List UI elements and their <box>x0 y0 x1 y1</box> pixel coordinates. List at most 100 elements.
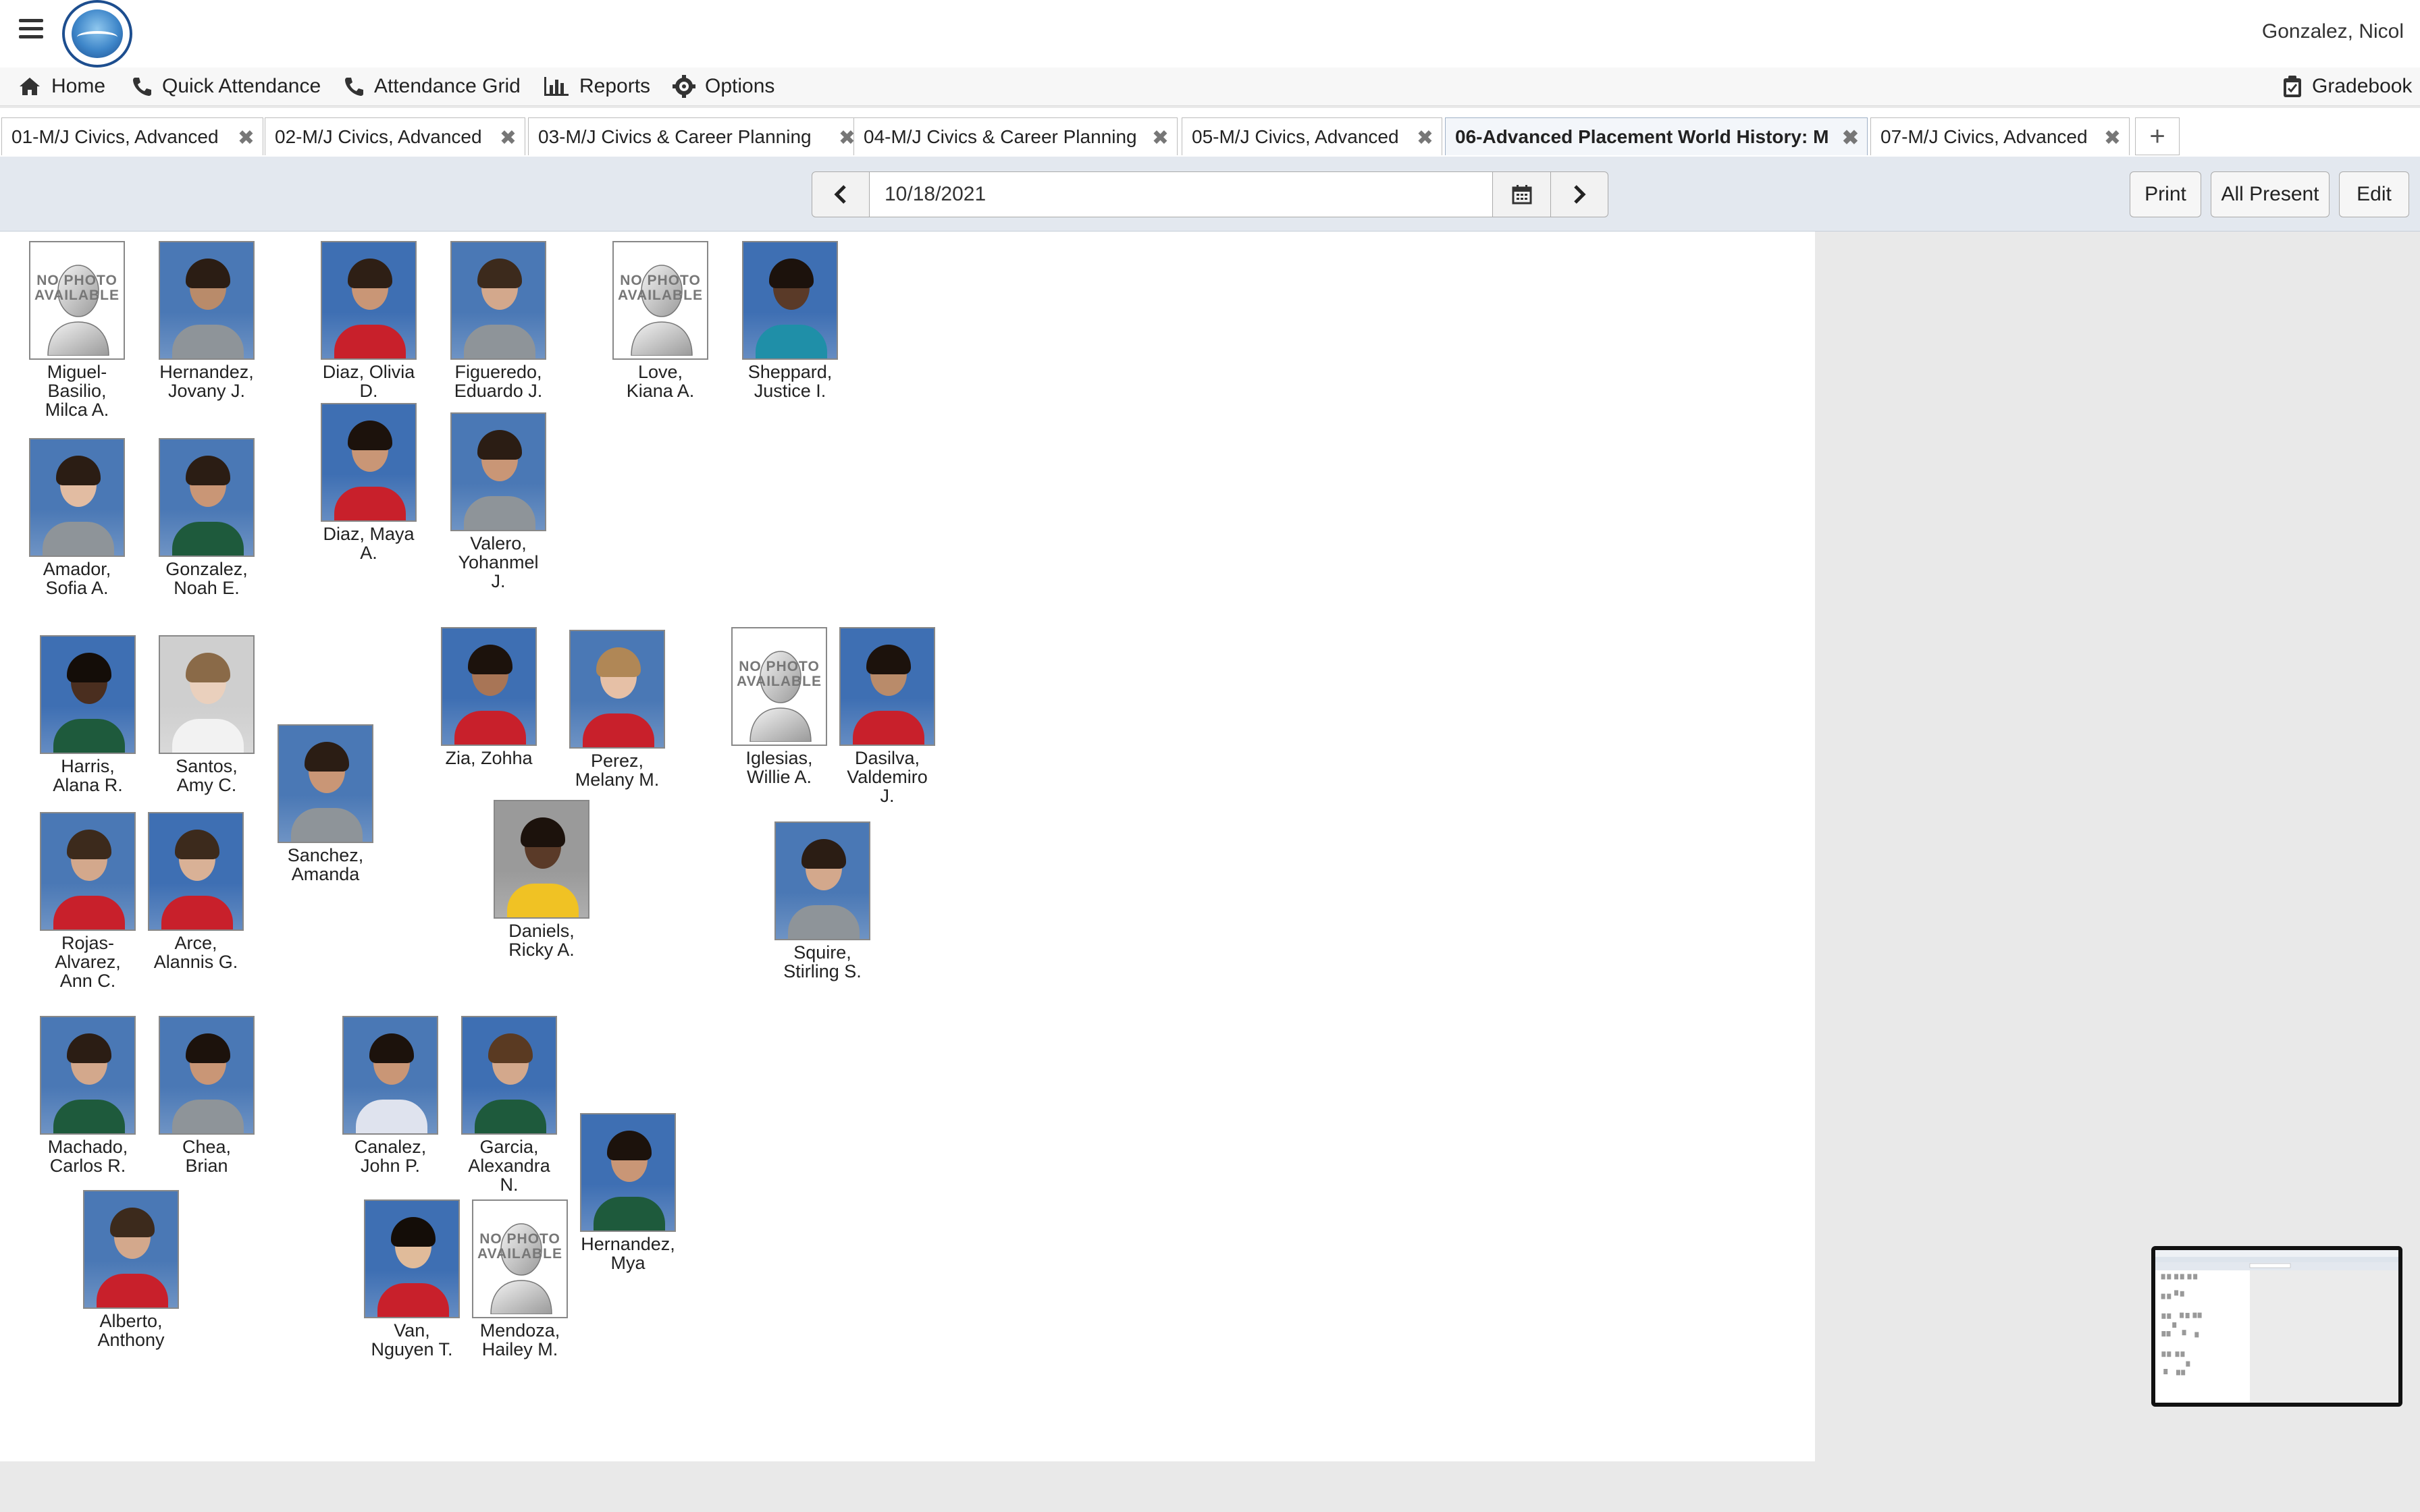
preview-seat-mark <box>2167 1351 2172 1357</box>
person-silhouette-icon <box>631 265 693 356</box>
student-name: Canalez, John P. <box>354 1137 427 1176</box>
preview-seat-mark <box>2166 1331 2171 1336</box>
student-card[interactable]: Arce, Alannis G. <box>128 812 263 971</box>
person-silhouette-icon <box>749 651 812 742</box>
menu-reports-label: Reports <box>579 75 651 97</box>
student-card[interactable]: Alberto, Anthony <box>63 1190 199 1349</box>
student-card[interactable]: Machado, Carlos R. <box>20 1016 155 1175</box>
student-card[interactable]: Harris, Alana R. <box>20 635 155 794</box>
student-photo <box>159 241 255 360</box>
student-card[interactable]: Chea, Brian <box>139 1016 274 1175</box>
student-card[interactable]: Santos, Amy C. <box>139 635 274 794</box>
tab-7[interactable]: 07-M/J Civics, Advanced ✖ <box>1870 117 2130 155</box>
student-card[interactable]: Sheppard, Justice I. <box>722 241 858 400</box>
student-name: Love, Kiana A. <box>626 362 695 401</box>
student-name: Arce, Alannis G. <box>153 933 238 972</box>
student-card[interactable]: Dasilva, Valdemiro J. <box>820 627 955 805</box>
student-name: Harris, Alana R. <box>53 756 123 795</box>
student-card[interactable]: Valero, Yohanmel J. <box>431 412 566 591</box>
student-card[interactable]: Hernandez, Jovany J. <box>139 241 274 400</box>
student-card[interactable]: Squire, Stirling S. <box>755 821 890 981</box>
seating-chart-preview-thumbnail[interactable] <box>2151 1246 2402 1407</box>
close-icon[interactable]: ✖ <box>238 126 255 150</box>
student-card[interactable]: Diaz, Maya A. <box>301 403 436 562</box>
student-card[interactable]: Gonzalez, Noah E. <box>139 438 274 597</box>
student-card[interactable]: Garcia, Alexandra N. <box>442 1016 577 1194</box>
tab-2[interactable]: 02-M/J Civics, Advanced ✖ <box>265 117 525 155</box>
student-photo <box>580 1113 676 1232</box>
tab-label: 06-Advanced Placement World History: M <box>1455 126 1829 147</box>
preview-seat-mark <box>2187 1274 2192 1280</box>
add-tab-button[interactable]: + <box>2135 117 2180 155</box>
close-icon[interactable]: ✖ <box>1842 126 1859 150</box>
student-photo <box>441 627 537 746</box>
next-date-button[interactable] <box>1550 171 1608 217</box>
school-logo[interactable] <box>62 0 132 68</box>
menu-gradebook[interactable]: Gradebook <box>2282 68 2412 105</box>
preview-seat-mark <box>2193 1274 2198 1280</box>
student-card[interactable]: Amador, Sofia A. <box>9 438 144 597</box>
student-card[interactable]: NO PHOTO AVAILABLE Mendoza, Hailey M. <box>452 1199 587 1359</box>
preview-seat-mark <box>2167 1313 2172 1319</box>
student-photo <box>461 1016 557 1135</box>
tab-4[interactable]: 04-M/J Civics & Career Planning ✖ <box>853 117 1178 155</box>
menu-quick-attendance-label: Quick Attendance <box>162 75 321 97</box>
tab-5[interactable]: 05-M/J Civics, Advanced ✖ <box>1182 117 1442 155</box>
tab-label: 07-M/J Civics, Advanced <box>1880 126 2088 147</box>
tab-1[interactable]: 01-M/J Civics, Advanced ✖ <box>1 117 263 155</box>
preview-seat-mark <box>2174 1290 2179 1296</box>
student-card[interactable]: Figueredo, Eduardo J. <box>431 241 566 400</box>
preview-seat-mark <box>2192 1312 2197 1318</box>
preview-seat-mark <box>2172 1322 2177 1328</box>
preview-seat-mark <box>2176 1370 2180 1376</box>
hamburger-menu-icon[interactable] <box>19 19 43 39</box>
student-card[interactable]: NO PHOTO AVAILABLE Love, Kiana A. <box>593 241 728 400</box>
student-photo <box>40 812 136 931</box>
home-icon <box>20 78 40 95</box>
student-name: Hernandez, Jovany J. <box>159 362 254 401</box>
student-card[interactable]: Daniels, Ricky A. <box>474 800 609 959</box>
student-name: Daniels, Ricky A. <box>508 921 575 960</box>
no-photo-placeholder: NO PHOTO AVAILABLE <box>612 241 708 360</box>
student-name: Figueredo, Eduardo J. <box>454 362 543 401</box>
person-silhouette-icon <box>490 1223 552 1314</box>
student-card[interactable]: Zia, Zohha <box>421 627 556 767</box>
date-input[interactable] <box>870 171 1492 217</box>
all-present-button[interactable]: All Present <box>2211 171 2330 217</box>
no-photo-placeholder: NO PHOTO AVAILABLE <box>472 1199 568 1318</box>
close-icon[interactable]: ✖ <box>500 126 517 150</box>
tab-6[interactable]: 06-Advanced Placement World History: M ✖ <box>1445 117 1868 155</box>
student-card[interactable]: Canalez, John P. <box>323 1016 458 1175</box>
menu-attendance-grid[interactable]: Attendance Grid <box>343 68 521 105</box>
student-name: Zia, Zohha <box>445 748 533 768</box>
student-photo <box>159 438 255 557</box>
menu-home-label: Home <box>51 75 106 97</box>
student-photo <box>40 635 136 754</box>
student-card[interactable]: Sanchez, Amanda <box>258 724 393 884</box>
calendar-button[interactable] <box>1492 171 1552 217</box>
close-icon[interactable]: ✖ <box>2104 126 2121 150</box>
previous-date-button[interactable] <box>812 171 870 217</box>
student-photo <box>364 1199 460 1318</box>
phone-icon <box>133 78 151 96</box>
student-photo <box>148 812 244 931</box>
menu-home[interactable]: Home <box>18 68 105 105</box>
chevron-right-icon <box>1574 185 1586 204</box>
student-card[interactable]: Perez, Melany M. <box>550 630 685 789</box>
student-card[interactable]: Diaz, Olivia D. <box>301 241 436 400</box>
current-user-name[interactable]: Gonzalez, Nicol <box>2262 20 2404 43</box>
print-button[interactable]: Print <box>2130 171 2201 217</box>
edit-button[interactable]: Edit <box>2339 171 2409 217</box>
no-photo-text: NO PHOTO AVAILABLE <box>477 1231 563 1262</box>
student-name: Miguel- Basilio, Milca A. <box>45 362 109 420</box>
menu-reports[interactable]: Reports <box>543 68 650 105</box>
menu-quick-attendance[interactable]: Quick Attendance <box>131 68 321 105</box>
preview-seat-mark <box>2163 1369 2168 1374</box>
preview-seat-mark <box>2194 1332 2199 1338</box>
menu-options[interactable]: Options <box>673 68 774 105</box>
tab-3[interactable]: 03-M/J Civics & Career Planning ✖ <box>528 117 864 155</box>
clipboard-icon <box>2284 76 2301 97</box>
close-icon[interactable]: ✖ <box>1152 126 1169 150</box>
student-card[interactable]: NO PHOTO AVAILABLE Miguel- Basilio, Milca… <box>9 241 144 419</box>
close-icon[interactable]: ✖ <box>1417 126 1433 150</box>
